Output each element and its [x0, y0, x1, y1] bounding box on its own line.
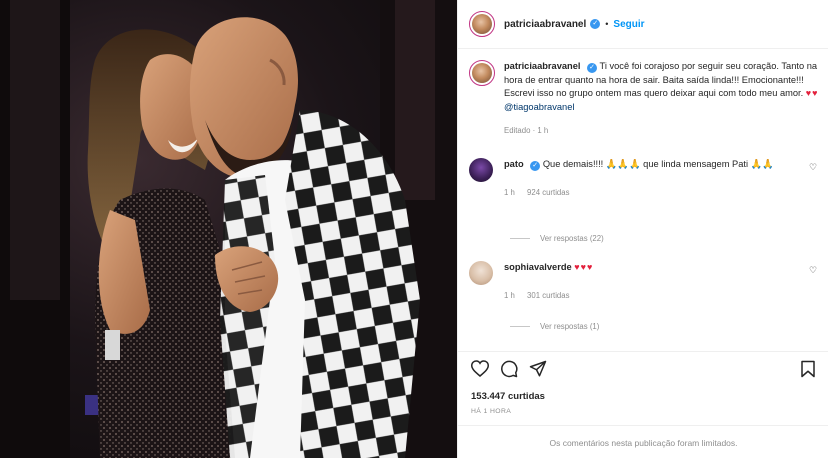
caption-meta: Editado · 1 h: [504, 126, 549, 135]
post-caption: patriciaabravanel ✓ Ti você foi corajoso…: [469, 60, 819, 138]
comment-username[interactable]: sophiavalverde: [504, 262, 572, 272]
post-time[interactable]: HÁ 1 HORA: [471, 408, 511, 415]
comment-likes[interactable]: 924 curtidas: [527, 188, 569, 197]
view-replies-label[interactable]: Ver respostas (1): [540, 322, 599, 331]
post-header: patriciaabravanel ✓ • Seguir: [458, 0, 828, 49]
caption-avatar[interactable]: [469, 60, 495, 86]
comment-icon[interactable]: [500, 360, 518, 378]
follow-button[interactable]: Seguir: [613, 19, 644, 30]
comment-avatar[interactable]: [469, 261, 493, 285]
post-photo[interactable]: [0, 0, 457, 458]
post-detail-panel: patriciaabravanel ✓ • Seguir patriciaabr…: [457, 0, 828, 458]
author-avatar[interactable]: [469, 11, 495, 37]
comment-item: pato ✓ Que demais!!!! 🙏🙏🙏 que linda mens…: [469, 158, 819, 199]
author-username[interactable]: patriciaabravanel: [504, 19, 586, 30]
post-actions: 153.447 curtidas HÁ 1 HORA Os comentário…: [458, 351, 828, 458]
action-icons: [471, 360, 816, 380]
comment-likes[interactable]: 301 curtidas: [527, 291, 569, 300]
heart-emoji-icon: ♥♥: [805, 88, 819, 98]
share-icon[interactable]: [529, 360, 547, 378]
comment-item: sophiavalverde ♥♥♥ 1 h 301 curtidas ♡: [469, 261, 819, 302]
view-replies-button[interactable]: Ver respostas (22): [510, 234, 604, 243]
view-replies-label[interactable]: Ver respostas (22): [540, 234, 604, 243]
caption-username[interactable]: patriciaabravanel: [504, 61, 580, 71]
concert-photo: [0, 0, 457, 458]
view-replies-button[interactable]: Ver respostas (1): [510, 322, 599, 331]
comment-username[interactable]: pato: [504, 159, 524, 169]
mention-link[interactable]: @tiagoabravanel: [504, 102, 574, 112]
like-count[interactable]: 153.447 curtidas: [471, 391, 545, 402]
verified-icon: ✓: [590, 19, 601, 29]
comment-like-icon[interactable]: ♡: [809, 162, 819, 172]
verified-icon: ✓: [530, 161, 541, 171]
heart-emoji-icon: ♥♥♥: [574, 262, 594, 272]
replies-line: [510, 238, 530, 239]
comment-like-icon[interactable]: ♡: [809, 265, 819, 275]
save-icon[interactable]: [800, 360, 816, 378]
like-icon[interactable]: [471, 360, 489, 377]
separator-dot: •: [605, 19, 609, 29]
comment-text: Que demais!!!! 🙏🙏🙏 que linda mensagem Pa…: [542, 159, 774, 169]
comment-avatar[interactable]: [469, 158, 493, 182]
replies-line: [510, 326, 530, 327]
comment-time: 1 h: [504, 187, 515, 197]
comment-time: 1 h: [504, 290, 515, 300]
comments-limited-notice: Os comentários nesta publicação foram li…: [458, 425, 828, 458]
verified-icon: ✓: [587, 63, 598, 73]
